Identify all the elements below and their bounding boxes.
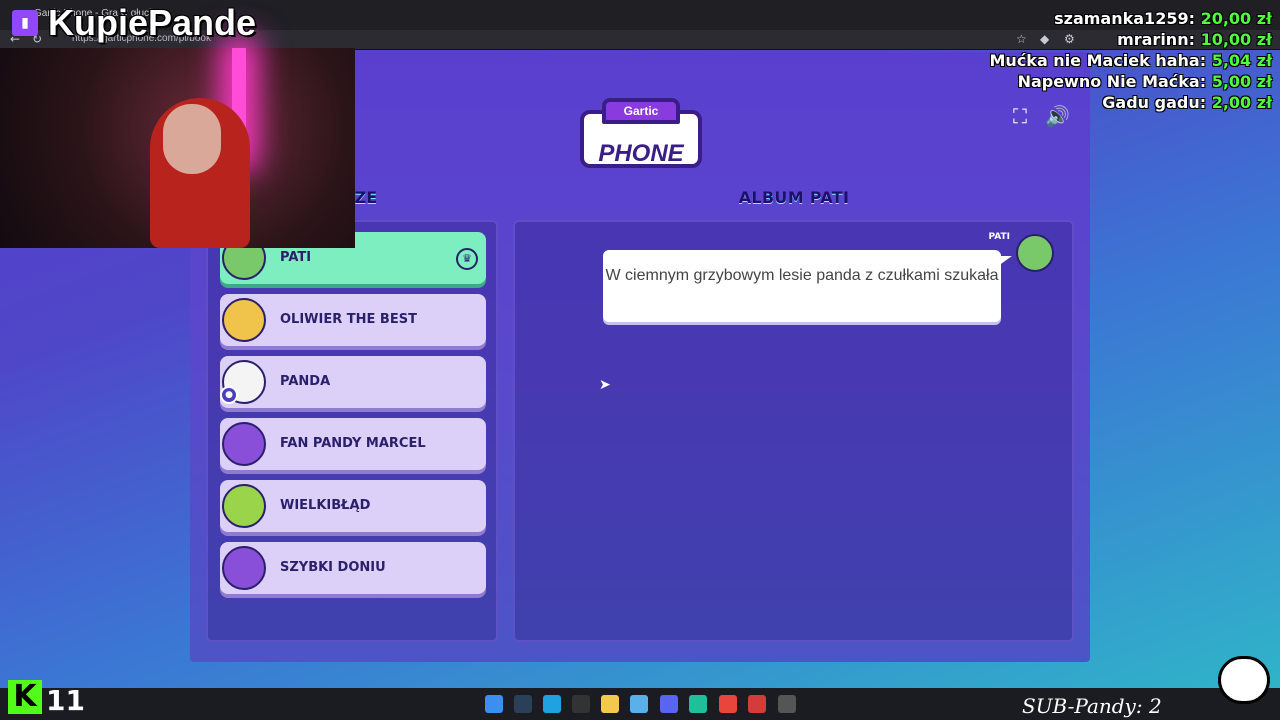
channel-name: KupiePande	[48, 2, 257, 43]
panda-mascot-icon	[1218, 656, 1270, 704]
bird-avatar-icon	[222, 546, 266, 590]
donation-amount: 5,00 zł	[1211, 72, 1272, 91]
obs-icon[interactable]	[572, 695, 590, 713]
pizza-avatar-icon	[222, 298, 266, 342]
app-icon[interactable]	[778, 695, 796, 713]
player-name: FAN PANDY MARCEL	[280, 436, 426, 451]
mouse-cursor-icon: ➤	[599, 377, 611, 393]
kick-count: 11	[46, 684, 85, 717]
player-name: PANDA	[280, 374, 331, 389]
app-icon[interactable]	[630, 695, 648, 713]
donor-name: Napewno Nie Maćka:	[1017, 72, 1207, 91]
file-explorer-icon[interactable]	[601, 695, 619, 713]
crown-icon: ♛	[456, 248, 478, 270]
donor-name: Mućka nie Maciek haha:	[989, 51, 1207, 70]
logo-top-text: Gartic	[602, 98, 680, 124]
donation-entry: Gadu gadu: 2,00 zł	[990, 92, 1272, 113]
donation-amount: 20,00 zł	[1200, 9, 1272, 28]
pineapple-avatar-icon	[222, 484, 266, 528]
donor-name: szamanka1259:	[1054, 9, 1195, 28]
gartic-phone-logo: PHONE Gartic	[580, 98, 702, 172]
app-icon[interactable]	[748, 695, 766, 713]
player-name: OLIWIER THE BEST	[280, 312, 417, 327]
player-card[interactable]: ● PANDA	[220, 356, 486, 408]
edge-icon[interactable]	[543, 695, 561, 713]
player-name: WIELKIBŁĄD	[280, 498, 371, 513]
app-icon[interactable]	[689, 695, 707, 713]
player-card[interactable]: WIELKIBŁĄD	[220, 480, 486, 532]
start-icon[interactable]	[485, 695, 503, 713]
bird-avatar-icon	[222, 422, 266, 466]
donation-list: szamanka1259: 20,00 zł mrarinn: 10,00 zł…	[990, 8, 1273, 113]
player-name: SZYBKI DONIU	[280, 560, 386, 575]
message-author: PATI	[988, 232, 1010, 242]
player-card[interactable]: SZYBKI DONIU	[220, 542, 486, 594]
message-bubble: W ciemnym grzybowym lesie panda z czułka…	[603, 250, 1001, 322]
player-card[interactable]: OLIWIER THE BEST	[220, 294, 486, 346]
twitch-icon: ▮	[12, 10, 38, 36]
album-heading: ALBUM PATI	[738, 188, 850, 207]
discord-icon[interactable]	[660, 695, 678, 713]
webcam-overlay	[0, 48, 355, 248]
chrome-icon[interactable]	[719, 695, 737, 713]
sub-counter: SUB-Pandy: 2	[1022, 694, 1162, 718]
donor-name: mrarinn:	[1117, 30, 1195, 49]
donation-amount: 10,00 zł	[1200, 30, 1272, 49]
frog-avatar-icon	[1016, 234, 1054, 272]
bubble-tail	[998, 256, 1012, 266]
donor-name: Gadu gadu:	[1102, 93, 1207, 112]
logo-main-text: PHONE	[598, 140, 684, 167]
self-user-icon: ●	[220, 386, 238, 404]
donation-entry: Napewno Nie Maćka: 5,00 zł	[990, 71, 1272, 92]
donation-amount: 5,04 zł	[1211, 51, 1272, 70]
player-card[interactable]: FAN PANDY MARCEL	[220, 418, 486, 470]
donation-entry: mrarinn: 10,00 zł	[990, 29, 1272, 50]
steam-icon[interactable]	[514, 695, 532, 713]
donation-entry: szamanka1259: 20,00 zł	[990, 8, 1272, 29]
kick-logo-icon: K	[8, 680, 42, 714]
streamer-head	[163, 104, 221, 174]
donation-amount: 2,00 zł	[1211, 93, 1272, 112]
donation-entry: Mućka nie Maciek haha: 5,04 zł	[990, 50, 1273, 71]
